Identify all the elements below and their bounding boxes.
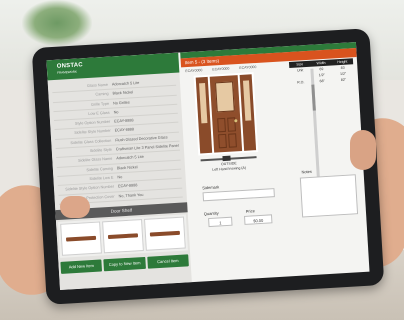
right-thumb <box>350 130 376 170</box>
properties-panel: ONSTAC FRAMEWORK Glass Name Adorcatch 5 … <box>46 52 192 290</box>
door-caption: OUTSIDE Left Hand Inswing (A) <box>197 160 261 174</box>
scrollbar-thumb[interactable] <box>311 84 316 111</box>
tablet-screen: ONSTAC FRAMEWORK Glass Name Adorcatch 5 … <box>46 42 370 290</box>
copy-to-new-item-button[interactable]: Copy to New Item <box>103 256 146 272</box>
quantity-input[interactable]: 1 <box>208 216 233 228</box>
shelf-door-thumbnail[interactable] <box>60 221 102 256</box>
shelf-door-thumbnail[interactable] <box>102 219 144 254</box>
add-new-item-button[interactable]: Add New Item <box>60 259 103 274</box>
notes-input[interactable] <box>299 174 359 218</box>
style-code: ECAY0000 <box>185 68 203 74</box>
price-label: Price <box>245 208 255 214</box>
cancel-item-button[interactable]: Cancel Item <box>146 254 189 269</box>
item-actions: Add New Item Copy to New Item Cancel Ite… <box>60 254 189 274</box>
tablet-device: ONSTAC FRAMEWORK Glass Name Adorcatch 5 … <box>31 28 385 305</box>
door-handle <box>234 119 238 123</box>
door-shelf <box>58 214 188 258</box>
notes-label: Notes <box>301 168 313 175</box>
door-glass <box>215 81 235 113</box>
background-plant <box>22 0 92 46</box>
logo-subtext: FRAMEWORK <box>57 69 78 75</box>
app-logo: ONSTAC FRAMEWORK <box>57 62 84 76</box>
price-field: $0.00 <box>243 214 273 225</box>
quantity-label: Quantity <box>203 210 219 217</box>
door-preview[interactable] <box>193 72 259 156</box>
sidemark-label: Sidemark <box>202 184 220 191</box>
right-sidelite <box>239 74 257 151</box>
door-slab <box>209 75 243 153</box>
left-thumb <box>60 196 90 218</box>
item-preview-panel: Item 5 - (3 Items) ECAY0000 ECAY0000 ECA… <box>180 42 369 282</box>
size-table: Size Width Height Unit 69 83 1/2" 1/2" R… <box>288 58 354 86</box>
shelf-door-thumbnail[interactable] <box>143 216 186 251</box>
view-slider-handle[interactable] <box>222 155 231 162</box>
property-list: Glass Name Adorcatch 5 Lite Caming Black… <box>48 73 187 205</box>
style-code: ECAY0000 <box>239 64 257 70</box>
sidemark-input[interactable] <box>202 188 275 202</box>
style-code: ECAY0000 <box>212 66 230 72</box>
